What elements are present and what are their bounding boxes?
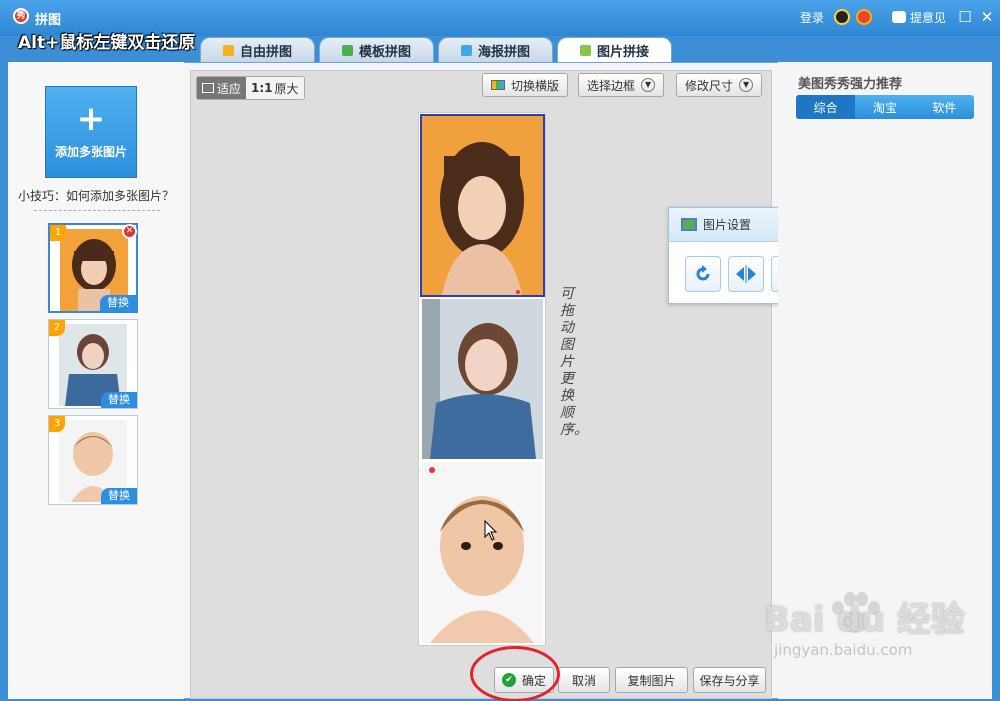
thumbnail-number: 3 — [49, 416, 65, 432]
recommend-title: 美图秀秀强力推荐 — [798, 77, 903, 92]
cancel-button[interactable]: 取消 — [558, 667, 610, 693]
plus-icon: + — [76, 99, 106, 139]
original-size-label: 原大 — [274, 81, 299, 96]
ratio-icon: 1:1 — [251, 81, 273, 95]
mode-tabs: 自由拼图 模板拼图 海报拼图 图片拼接 — [200, 37, 676, 63]
stitched-photo-1[interactable] — [420, 114, 545, 297]
fit-icon — [202, 83, 214, 93]
thumbnail-1[interactable]: 1 ✕ 替换 — [48, 223, 138, 313]
recommend-tabs: 综合 淘宝 软件 — [796, 95, 974, 119]
copy-image-label: 复制图片 — [627, 673, 676, 688]
replace-button[interactable]: 替换 — [101, 488, 137, 504]
thumbnail-number: 1 — [50, 225, 66, 241]
confirm-highlight-ring — [470, 646, 560, 701]
delete-icon[interactable]: ✕ — [122, 224, 137, 239]
qq-icon[interactable] — [833, 9, 850, 25]
close-window-button[interactable]: ✕ — [978, 8, 996, 26]
feedback-icon[interactable] — [891, 11, 906, 23]
drag-reorder-note: 可拖动图片更换顺序。 — [560, 286, 588, 438]
modify-size-button[interactable]: 修改尺寸 ▼ — [676, 73, 763, 97]
maximize-button[interactable]: ☐ — [956, 8, 974, 26]
switch-layout-label: 切换横版 — [511, 78, 560, 93]
replace-button[interactable]: 替换 — [100, 295, 136, 311]
replace-button[interactable]: 替换 — [101, 392, 137, 408]
thumbnail-2[interactable]: 2 替换 — [48, 319, 138, 409]
recommend-tab-taobao[interactable]: 淘宝 — [855, 95, 914, 119]
modify-size-label: 修改尺寸 — [685, 78, 734, 93]
save-share-label: 保存与分享 — [699, 673, 760, 688]
layout-icon — [491, 80, 505, 90]
add-images-button[interactable]: + 添加多张图片 — [45, 86, 137, 178]
recommend-tab-general[interactable]: 综合 — [796, 95, 856, 119]
weibo-icon[interactable] — [855, 9, 872, 25]
image-icon — [681, 218, 697, 231]
tab-image-stitch[interactable]: 图片拼接 — [557, 37, 673, 63]
divider — [34, 210, 160, 211]
title-bar-actions: 登录 提意见 ☐ ✕ — [800, 6, 1000, 28]
fit-label: 适应 — [217, 81, 242, 96]
rotate-icon — [696, 265, 710, 281]
feedback-link[interactable]: 提意见 — [910, 9, 946, 26]
add-images-label: 添加多张图片 — [54, 145, 127, 159]
baidu-watermark: Bai du 经验 jingyan.baidu.com — [764, 592, 965, 659]
poster-collage-icon — [461, 45, 473, 56]
login-link[interactable]: 登录 — [800, 9, 824, 26]
stitched-photo-3[interactable] — [422, 462, 543, 643]
image-settings-title: 图片设置 — [703, 218, 752, 232]
switch-layout-button[interactable]: 切换横版 — [482, 73, 569, 97]
stitched-photo-2[interactable] — [422, 299, 543, 459]
image-stitch-icon — [580, 45, 592, 56]
rotate-button[interactable] — [685, 256, 721, 292]
recommend-tab-software[interactable]: 软件 — [915, 95, 974, 119]
chevron-down-icon: ▼ — [739, 78, 754, 92]
select-border-button[interactable]: 选择边框 ▼ — [578, 73, 665, 97]
select-border-label: 选择边框 — [587, 78, 636, 93]
tip-link[interactable]: 小技巧：如何添加多张图片？ — [18, 187, 174, 204]
window-title: 拼图 — [35, 13, 62, 28]
fit-button[interactable]: 适应 — [197, 77, 247, 99]
template-collage-icon — [342, 45, 354, 56]
save-share-button[interactable]: 保存与分享 — [693, 667, 766, 693]
flip-horizontal-icon — [736, 265, 756, 283]
flip-button[interactable] — [728, 256, 764, 292]
chevron-down-icon: ▼ — [641, 78, 656, 92]
tab-poster-collage[interactable]: 海报拼图 — [438, 37, 554, 63]
tab-template-collage[interactable]: 模板拼图 — [319, 37, 435, 63]
stitched-image-strip — [418, 112, 546, 646]
free-collage-icon — [223, 45, 234, 56]
tab-label: 自由拼图 — [240, 45, 293, 60]
tab-free-collage[interactable]: 自由拼图 — [200, 37, 316, 63]
thumbnail-number: 2 — [49, 320, 65, 336]
tab-label: 模板拼图 — [359, 45, 412, 60]
cancel-label: 取消 — [571, 673, 596, 688]
app-logo-icon: 秀 — [13, 8, 29, 24]
watermark-brand: Bai du 经验 — [764, 600, 965, 640]
copy-image-button[interactable]: 复制图片 — [615, 667, 688, 693]
mouse-cursor-icon — [484, 520, 498, 541]
original-size-button[interactable]: 1:1 原大 — [246, 77, 304, 99]
zoom-controls: 适应 1:1 原大 — [196, 76, 305, 100]
tab-label: 海报拼图 — [478, 45, 531, 60]
restore-hint-overlay: Alt+鼠标左键双击还原 — [18, 33, 196, 53]
watermark-url: jingyan.baidu.com — [774, 641, 913, 659]
thumbnail-3[interactable]: 3 替换 — [48, 415, 138, 505]
tab-label: 图片拼接 — [597, 45, 650, 60]
